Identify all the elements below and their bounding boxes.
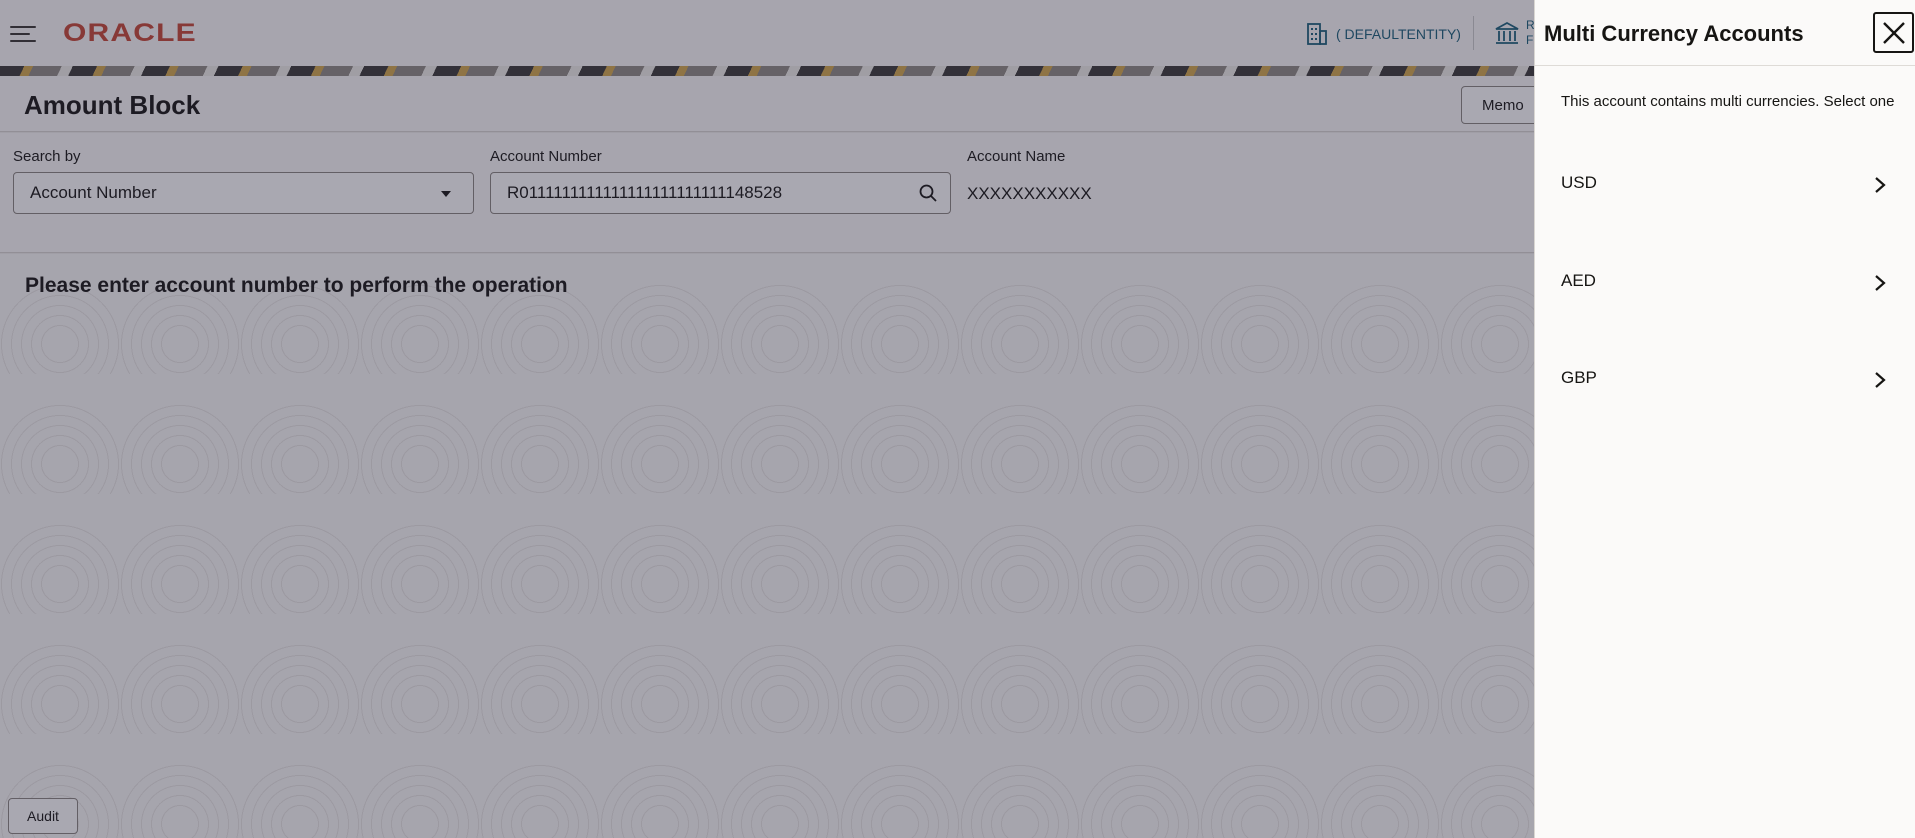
currency-label: USD <box>1561 173 1597 192</box>
currency-label: AED <box>1561 271 1596 290</box>
chevron-right-icon <box>1875 372 1886 388</box>
drawer-header: Multi Currency Accounts <box>1535 0 1915 66</box>
chevron-right-icon <box>1875 177 1886 193</box>
multi-currency-drawer: Multi Currency Accounts This account con… <box>1534 0 1915 838</box>
close-button[interactable] <box>1873 12 1914 53</box>
currency-label: GBP <box>1561 368 1597 387</box>
drawer-title: Multi Currency Accounts <box>1544 21 1804 46</box>
modal-overlay[interactable] <box>0 0 1534 838</box>
currency-item-aed[interactable]: AED <box>1535 253 1915 313</box>
chevron-right-icon <box>1875 275 1886 291</box>
currency-item-gbp[interactable]: GBP <box>1535 350 1915 410</box>
close-icon <box>1883 22 1905 44</box>
currency-item-usd[interactable]: USD <box>1535 155 1915 215</box>
drawer-description: This account contains multi currencies. … <box>1561 93 1895 110</box>
